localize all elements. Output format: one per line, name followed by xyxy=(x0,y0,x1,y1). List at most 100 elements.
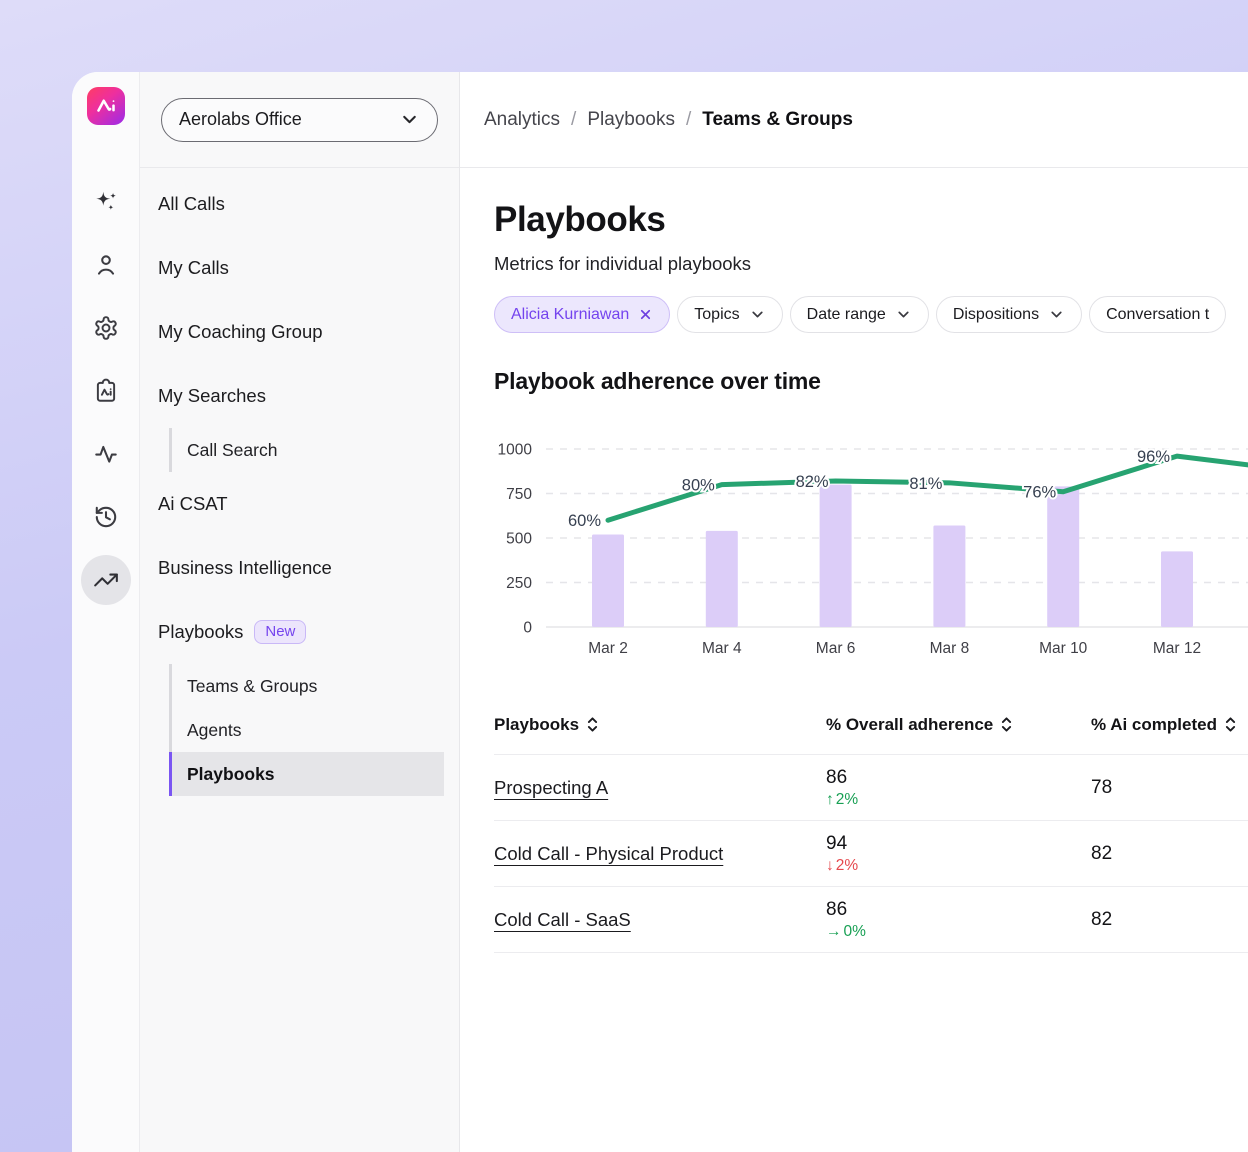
filter-chip-label: Topics xyxy=(694,306,739,324)
sort-icon xyxy=(1224,716,1237,733)
filter-chip-conversation-type[interactable]: Conversation t xyxy=(1089,296,1226,333)
icon-rail xyxy=(72,72,140,1152)
sidebar-item-label: Ai CSAT xyxy=(158,493,228,515)
logo-ai-glyph xyxy=(91,91,121,121)
history-icon[interactable] xyxy=(93,504,119,530)
sidebar-item-ai-csat[interactable]: Ai CSAT xyxy=(157,472,444,536)
workspace-name: Aerolabs Office xyxy=(179,109,302,130)
chevron-down-icon xyxy=(399,109,420,130)
chart-container: 0250500750100060%80%82%81%76%96%Mar 2Mar… xyxy=(494,437,1248,667)
main-content: Playbooks Metrics for individual playboo… xyxy=(460,168,1248,953)
sidebar-item-label: Playbooks xyxy=(158,621,243,643)
column-header-overall-adherence[interactable]: % Overall adherence xyxy=(826,715,1091,735)
breadcrumb-separator: / xyxy=(571,109,576,131)
chart-section-title: Playbook adherence over time xyxy=(494,368,1248,395)
breadcrumb-analytics[interactable]: Analytics xyxy=(484,109,560,131)
svg-text:96%: 96% xyxy=(1137,448,1170,466)
sidebar-item-playbooks[interactable]: Playbooks New xyxy=(157,600,444,664)
filter-chip-agent[interactable]: Alicia Kurniawan xyxy=(494,296,670,333)
table-row: Prospecting A 86 ↑2% 78 xyxy=(494,755,1248,821)
sidebar-item-label: Agents xyxy=(187,720,241,741)
sidebar-item-business-intelligence[interactable]: Business Intelligence xyxy=(157,536,444,600)
settings-gear-icon[interactable] xyxy=(93,315,119,341)
svg-text:Mar 6: Mar 6 xyxy=(816,640,856,657)
activity-pulse-icon[interactable] xyxy=(93,441,119,467)
workspace-selector[interactable]: Aerolabs Office xyxy=(161,98,438,142)
breadcrumb-playbooks[interactable]: Playbooks xyxy=(587,109,675,131)
change-value: 0% xyxy=(844,923,866,941)
new-badge: New xyxy=(254,620,306,644)
sort-icon xyxy=(1000,716,1013,733)
page-subtitle: Metrics for individual playbooks xyxy=(494,253,1248,275)
change-value: 2% xyxy=(836,791,858,809)
overall-adherence-cell: 86 →0% xyxy=(826,899,1091,941)
table-header-row: Playbooks % Overall adherence % Ai compl… xyxy=(494,695,1248,755)
column-header-playbooks[interactable]: Playbooks xyxy=(494,715,826,735)
adherence-value: 86 xyxy=(826,899,1091,921)
filter-chip-dispositions[interactable]: Dispositions xyxy=(936,296,1082,333)
sidebar-item-call-search[interactable]: Call Search xyxy=(169,428,444,472)
sidebar-item-label: Teams & Groups xyxy=(187,676,317,697)
sidebar-item-playbooks-selected[interactable]: Playbooks xyxy=(169,752,444,796)
svg-text:1000: 1000 xyxy=(498,442,533,459)
sidebar-item-label: My Calls xyxy=(158,257,229,279)
filter-chip-topics[interactable]: Topics xyxy=(677,296,782,333)
app-logo xyxy=(87,87,125,125)
ai-completed-value: 78 xyxy=(1091,777,1248,799)
sidebar-item-my-coaching-group[interactable]: My Coaching Group xyxy=(157,300,444,364)
chevron-down-icon xyxy=(1048,306,1065,323)
sidebar-nav: All Calls My Calls My Coaching Group My … xyxy=(140,168,459,796)
sidebar-item-agents[interactable]: Agents xyxy=(169,708,444,752)
ai-completed-value: 82 xyxy=(1091,843,1248,865)
sidebar-item-label: All Calls xyxy=(158,193,225,215)
playbook-link[interactable]: Prospecting A xyxy=(494,777,608,799)
playbook-link[interactable]: Cold Call - Physical Product xyxy=(494,843,723,865)
trending-up-icon-active[interactable] xyxy=(81,555,131,605)
overall-adherence-cell: 86 ↑2% xyxy=(826,767,1091,809)
close-icon[interactable] xyxy=(638,307,653,322)
page-title: Playbooks xyxy=(494,200,1248,240)
filter-chip-date-range[interactable]: Date range xyxy=(790,296,929,333)
trending-up-icon xyxy=(93,567,119,593)
change-arrow-icon: → xyxy=(826,923,842,941)
svg-text:Mar 2: Mar 2 xyxy=(588,640,628,657)
column-label: % Overall adherence xyxy=(826,715,993,735)
svg-text:60%: 60% xyxy=(568,512,601,530)
svg-text:76%: 76% xyxy=(1023,484,1056,502)
table-row: Cold Call - Physical Product 94 ↓2% 82 xyxy=(494,821,1248,887)
sort-icon xyxy=(586,716,599,733)
sidebar: Aerolabs Office All Calls My Calls My Co… xyxy=(140,72,460,1152)
user-icon[interactable] xyxy=(93,252,119,278)
sidebar-item-all-calls[interactable]: All Calls xyxy=(157,172,444,236)
column-header-ai-completed[interactable]: % Ai completed xyxy=(1091,715,1248,735)
adherence-chart: 0250500750100060%80%82%81%76%96%Mar 2Mar… xyxy=(494,437,1248,662)
change-arrow-icon: ↓ xyxy=(826,857,834,875)
sidebar-item-label: Business Intelligence xyxy=(158,557,332,579)
svg-text:Mar 10: Mar 10 xyxy=(1039,640,1088,657)
column-label: % Ai completed xyxy=(1091,715,1217,735)
change-value: 2% xyxy=(836,857,858,875)
svg-text:82%: 82% xyxy=(796,473,829,491)
table-row: Cold Call - SaaS 86 →0% 82 xyxy=(494,887,1248,953)
main-panel: Analytics / Playbooks / Teams & Groups P… xyxy=(460,72,1248,1152)
sidebar-item-my-calls[interactable]: My Calls xyxy=(157,236,444,300)
playbooks-table: Playbooks % Overall adherence % Ai compl… xyxy=(494,695,1248,953)
adherence-change: →0% xyxy=(826,923,1091,941)
filter-chip-label: Dispositions xyxy=(953,306,1039,324)
rail-nav xyxy=(81,189,131,605)
column-label: Playbooks xyxy=(494,715,579,735)
sparkles-icon[interactable] xyxy=(93,189,119,215)
sidebar-item-teams-groups[interactable]: Teams & Groups xyxy=(169,664,444,708)
sidebar-header: Aerolabs Office xyxy=(140,72,459,168)
filter-bar: Alicia Kurniawan Topics Date range Dispo… xyxy=(494,296,1248,333)
overall-adherence-cell: 94 ↓2% xyxy=(826,833,1091,875)
svg-text:80%: 80% xyxy=(682,477,715,495)
breadcrumb-separator: / xyxy=(686,109,691,131)
sidebar-item-label: My Coaching Group xyxy=(158,321,323,343)
adherence-change: ↑2% xyxy=(826,791,1091,809)
change-arrow-icon: ↑ xyxy=(826,791,834,809)
filter-chip-label: Conversation t xyxy=(1106,306,1209,324)
sidebar-item-my-searches[interactable]: My Searches xyxy=(157,364,444,428)
playbook-link[interactable]: Cold Call - SaaS xyxy=(494,909,631,931)
playbook-clipboard-icon[interactable] xyxy=(93,378,119,404)
